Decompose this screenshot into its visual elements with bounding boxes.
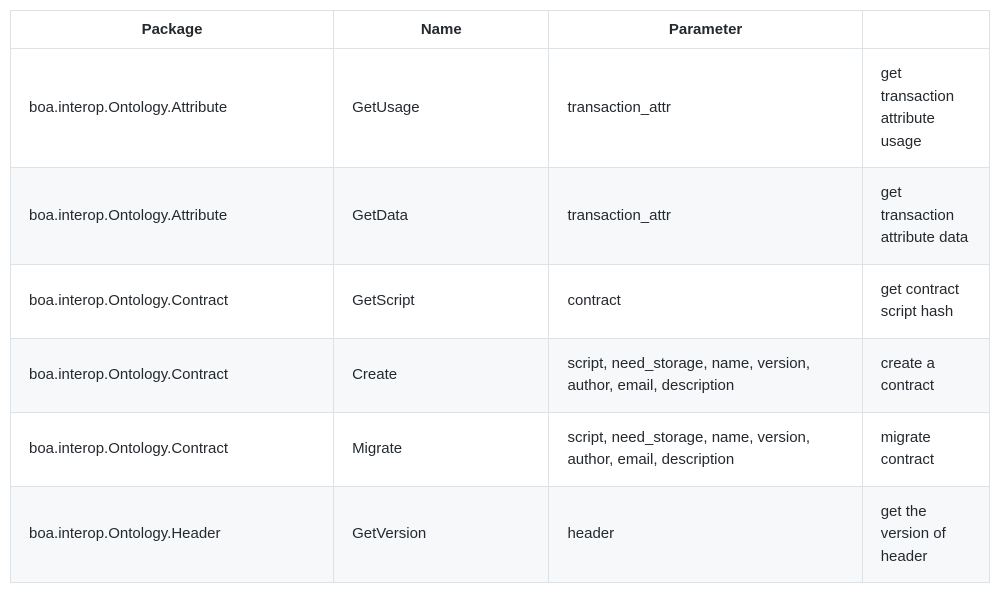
cell-description: migrate contract [862, 412, 989, 486]
cell-package: boa.interop.Ontology.Attribute [11, 49, 334, 168]
table-header: Package Name Parameter [11, 11, 990, 49]
cell-name: GetVersion [334, 486, 549, 583]
header-name: Name [334, 11, 549, 49]
cell-parameter: header [549, 486, 862, 583]
table-row: boa.interop.Ontology.Contract GetScript … [11, 264, 990, 338]
table-row: boa.interop.Ontology.Contract Migrate sc… [11, 412, 990, 486]
table-header-row: Package Name Parameter [11, 11, 990, 49]
table-body: boa.interop.Ontology.Attribute GetUsage … [11, 49, 990, 583]
cell-name: GetScript [334, 264, 549, 338]
cell-package: boa.interop.Ontology.Contract [11, 412, 334, 486]
table-row: boa.interop.Ontology.Contract Create scr… [11, 338, 990, 412]
cell-parameter: transaction_attr [549, 168, 862, 265]
cell-description: get contract script hash [862, 264, 989, 338]
cell-parameter: script, need_storage, name, version, aut… [549, 412, 862, 486]
api-table-container: Package Name Parameter boa.interop.Ontol… [10, 10, 990, 583]
cell-package: boa.interop.Ontology.Contract [11, 338, 334, 412]
table-row: boa.interop.Ontology.Attribute GetUsage … [11, 49, 990, 168]
cell-package: boa.interop.Ontology.Contract [11, 264, 334, 338]
cell-description: get the version of header [862, 486, 989, 583]
cell-name: Create [334, 338, 549, 412]
cell-parameter: transaction_attr [549, 49, 862, 168]
table-row: boa.interop.Ontology.Header GetVersion h… [11, 486, 990, 583]
cell-description: create a contract [862, 338, 989, 412]
header-package: Package [11, 11, 334, 49]
cell-name: GetData [334, 168, 549, 265]
table-row: boa.interop.Ontology.Attribute GetData t… [11, 168, 990, 265]
api-table: Package Name Parameter boa.interop.Ontol… [10, 10, 990, 583]
cell-name: Migrate [334, 412, 549, 486]
cell-package: boa.interop.Ontology.Attribute [11, 168, 334, 265]
cell-parameter: contract [549, 264, 862, 338]
cell-description: get transaction attribute usage [862, 49, 989, 168]
cell-parameter: script, need_storage, name, version, aut… [549, 338, 862, 412]
header-description [862, 11, 989, 49]
cell-name: GetUsage [334, 49, 549, 168]
cell-package: boa.interop.Ontology.Header [11, 486, 334, 583]
header-parameter: Parameter [549, 11, 862, 49]
cell-description: get transaction attribute data [862, 168, 989, 265]
